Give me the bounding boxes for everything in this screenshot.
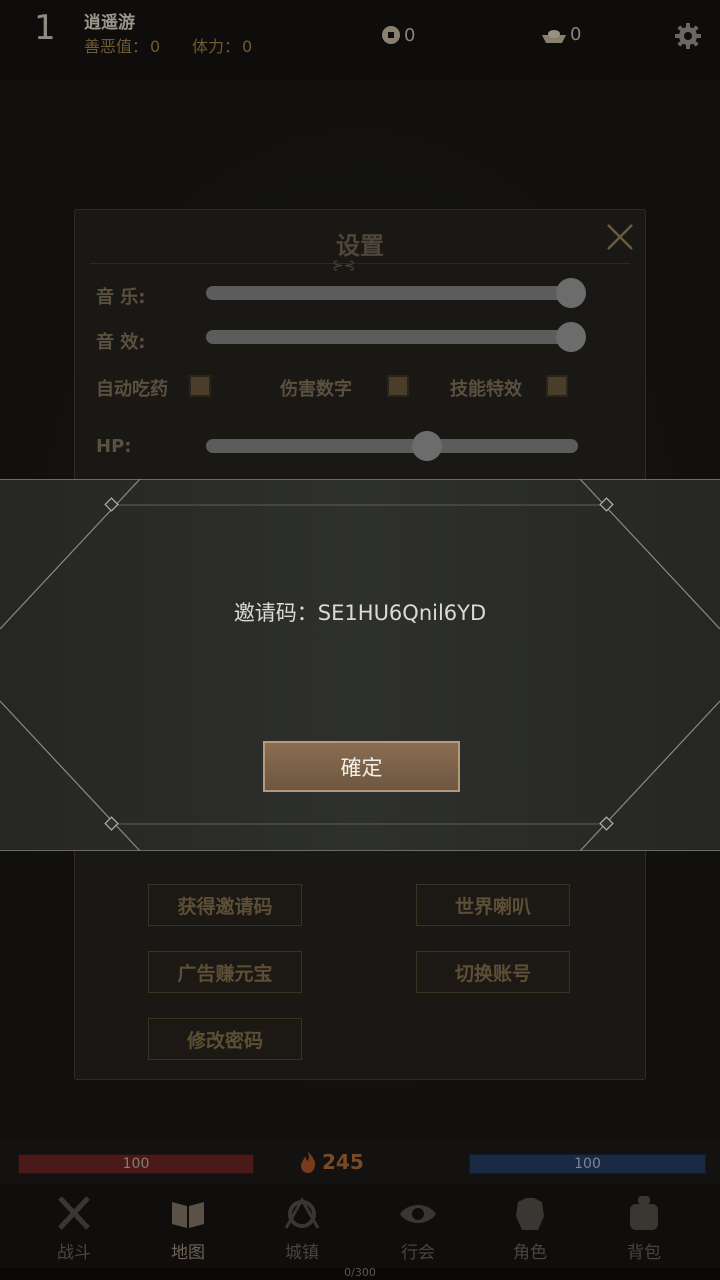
flame-icon <box>301 1151 316 1173</box>
world-horn-button[interactable]: 世界喇叭 <box>416 884 570 926</box>
game-screen: 1 逍遥游 善恶值： 0 体力： 0 0 0 设置 ⊱⊰ 音 乐: 音 效: 自… <box>0 0 720 1280</box>
armor-icon <box>516 1198 544 1230</box>
karma-stat: 善恶值： 0 <box>84 33 160 57</box>
coin-value: 0 <box>404 24 416 46</box>
music-label: 音 乐: <box>96 287 146 308</box>
nav-map[interactable]: 地图 <box>158 1194 218 1263</box>
town-emblem-icon <box>284 1196 320 1229</box>
mp-bar: 100 <box>469 1154 706 1174</box>
title-divider <box>90 263 630 264</box>
ingot-icon <box>542 29 566 43</box>
change-password-button[interactable]: 修改密码 <box>148 1018 302 1060</box>
nav-town[interactable]: 城镇 <box>272 1194 332 1263</box>
nav-character-label: 角色 <box>513 1243 547 1263</box>
ad-earn-ingot-button[interactable]: 广告赚元宝 <box>148 951 302 993</box>
karma-label: 善恶值： <box>84 37 149 56</box>
ingot-counter: 0 <box>540 24 581 45</box>
nav-map-label: 地图 <box>171 1243 205 1263</box>
sfx-slider[interactable] <box>206 330 578 344</box>
damage-numbers-checkbox[interactable] <box>387 375 409 397</box>
hp-threshold-knob[interactable] <box>412 431 442 461</box>
switch-account-button[interactable]: 切换账号 <box>416 951 570 993</box>
bottom-nav <box>0 1184 720 1268</box>
top-bar: 1 逍遥游 善恶值： 0 体力： 0 0 0 <box>0 0 720 80</box>
hp-threshold-slider[interactable] <box>206 439 578 453</box>
close-icon[interactable] <box>605 222 635 252</box>
coin-counter: 0 <box>380 24 415 46</box>
nav-battle-label: 战斗 <box>57 1243 91 1263</box>
damage-numbers-label: 伤害数字 <box>280 379 352 400</box>
nav-battle[interactable]: 战斗 <box>44 1194 104 1263</box>
player-level: 1 <box>34 8 56 48</box>
hp-threshold-label: HP: <box>96 436 132 457</box>
invite-code-text: 邀请码：SE1HU6Qnil6YD <box>233 601 487 625</box>
nav-guild-label: 行会 <box>401 1243 435 1263</box>
skill-effects-checkbox[interactable] <box>546 375 568 397</box>
player-name: 逍遥游 <box>84 13 135 33</box>
auto-potion-label: 自动吃药 <box>96 379 168 400</box>
nav-bag-label: 背包 <box>627 1243 661 1263</box>
nav-bag[interactable]: 背包 <box>614 1194 674 1263</box>
hp-bar: 100 <box>18 1154 254 1174</box>
sfx-slider-knob[interactable] <box>556 322 586 352</box>
nav-guild[interactable]: 行会 <box>388 1194 448 1263</box>
skill-effects-label: 技能特效 <box>450 379 522 400</box>
backpack-icon <box>630 1196 658 1230</box>
xp-text: 0/300 <box>344 1266 376 1279</box>
music-slider-knob[interactable] <box>556 278 586 308</box>
ingot-value: 0 <box>570 24 582 45</box>
gear-icon[interactable] <box>672 20 704 52</box>
auto-potion-checkbox[interactable] <box>189 375 211 397</box>
music-slider[interactable] <box>206 286 578 300</box>
stamina-label: 体力： <box>192 37 241 56</box>
book-icon <box>172 1202 204 1228</box>
combat-power: 245 <box>298 1150 364 1174</box>
nav-character[interactable]: 角色 <box>500 1194 560 1263</box>
sfx-label: 音 效: <box>96 332 146 353</box>
crossed-swords-icon <box>58 1196 90 1230</box>
karma-value: 0 <box>150 37 161 56</box>
stamina-stat: 体力： 0 <box>192 33 252 57</box>
eye-icon <box>400 1205 436 1223</box>
coin-icon <box>382 26 400 44</box>
get-invite-code-button[interactable]: 获得邀请码 <box>148 884 302 926</box>
dialog-frame-ornament <box>0 479 720 851</box>
nav-town-label: 城镇 <box>285 1243 319 1263</box>
combat-power-value: 245 <box>322 1150 364 1174</box>
title-ornament: ⊱⊰ <box>332 258 356 274</box>
confirm-button[interactable]: 確定 <box>263 741 460 792</box>
stamina-value: 0 <box>242 37 253 56</box>
